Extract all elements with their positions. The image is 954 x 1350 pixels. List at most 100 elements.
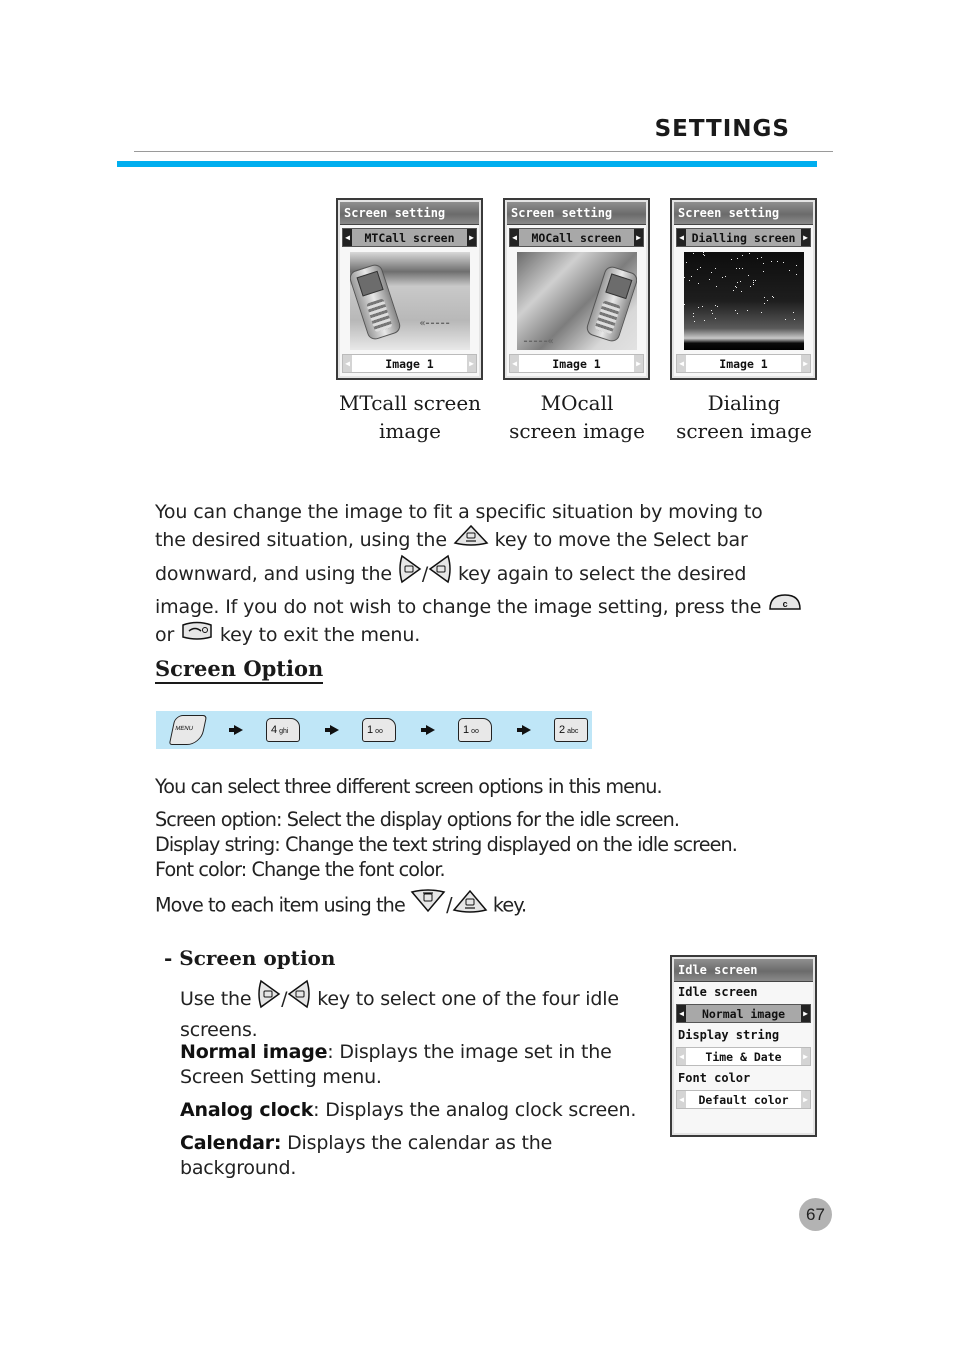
text-line: background.: [180, 1157, 297, 1180]
page-title: SETTINGS: [654, 116, 790, 142]
star-dot: [692, 313, 694, 314]
key-sublabel: oo: [375, 728, 383, 735]
image-value: Image 1: [385, 356, 434, 371]
caption-line: screen image: [509, 419, 645, 443]
text-line: the desired situation, using the key to …: [155, 525, 815, 556]
nav-left-key-icon: [428, 554, 452, 591]
text-fragment: key to exit the menu.: [219, 623, 421, 646]
key-label: 1: [463, 724, 470, 736]
star-dot: [683, 304, 685, 305]
text-fragment: Use the: [180, 988, 252, 1011]
nav-right-key-icon: [398, 554, 422, 591]
key-label: 4: [271, 724, 278, 736]
caption-line: image: [379, 419, 441, 443]
nav-down-key-icon: [410, 888, 446, 920]
header-divider: [134, 151, 833, 152]
star-dot: [776, 261, 778, 262]
selector-label: Dialling screen: [691, 230, 796, 245]
star-dot: [685, 262, 687, 263]
nav-right-key-icon: [257, 979, 281, 1016]
star-dot: [741, 268, 743, 269]
caption-line: MTcall screen: [338, 391, 482, 415]
screen-type-selector: ◀ MOCall screen ▶: [509, 228, 644, 247]
end-call-key-icon: [180, 619, 214, 648]
key-sequence-bar: MENU 4 ghi 1 oo 1 oo 2 abc: [156, 711, 592, 749]
star-dot: [696, 269, 698, 270]
screen-title: Idle screen: [674, 959, 813, 982]
star-dot: [760, 312, 762, 313]
dialing-caption: Dialing screen image: [664, 389, 824, 445]
mtcall-screen-preview: Screen setting ◀ MTCall screen ▶ «----- …: [336, 198, 483, 380]
caption-line: MOcall: [540, 391, 614, 415]
left-arrow-icon: ◀: [677, 229, 686, 246]
field-label: Display string: [678, 1028, 780, 1042]
star-dot: [763, 303, 765, 304]
star-dot: [736, 258, 738, 259]
nav-left-key-icon: [287, 979, 311, 1016]
star-dot: [795, 265, 797, 266]
nav-up-key-icon: [452, 888, 488, 920]
selector-value: Time & Date: [705, 1049, 782, 1064]
star-dot: [703, 255, 705, 256]
key-sublabel: abc: [567, 728, 579, 735]
term: Calendar:: [180, 1132, 282, 1154]
move-instructions: Move to each item using the / key.: [155, 888, 835, 922]
text-line: Calendar: Displays the calendar as the: [180, 1131, 650, 1156]
text-fragment: key to move the Select bar: [494, 529, 748, 552]
text-fragment: Displays the analog clock screen.: [319, 1099, 637, 1121]
star-dot: [770, 261, 772, 262]
star-dot: [792, 312, 794, 313]
mocall-screen-preview: Screen setting ◀ MOCall screen ▶ -----« …: [503, 198, 650, 380]
key-sublabel: ghi: [279, 728, 289, 735]
star-dot: [697, 307, 699, 308]
image-value: Image 1: [552, 356, 601, 371]
star-dot: [692, 253, 694, 254]
right-arrow-icon: ▶: [634, 229, 643, 246]
text-fragment: Move to each item using the: [155, 893, 406, 917]
header-accent-bar: [117, 161, 817, 167]
left-arrow-icon: ◀: [677, 1048, 686, 1065]
star-dot: [762, 271, 764, 272]
text-line: downward, and using the / key again to s…: [155, 554, 815, 593]
image-selector: ◀ Image 1 ▶: [676, 354, 811, 373]
star-dot: [711, 313, 713, 314]
image-value: Image 1: [719, 356, 768, 371]
arrow-right-icon: [325, 725, 339, 735]
use-instructions: Use the / key to select one of the four …: [180, 979, 650, 1043]
star-dot: [688, 280, 690, 281]
star-dot: [740, 291, 742, 292]
svg-text:c: c: [783, 599, 788, 609]
mtcall-image-thumbnail: «-----: [349, 252, 470, 350]
star-dot: [760, 257, 762, 258]
star-dot: [724, 276, 726, 277]
star-dot: [716, 306, 718, 307]
left-arrow-icon: ◀: [343, 355, 352, 372]
key-sublabel: oo: [471, 728, 479, 735]
text-fragment: key again to select the desired: [458, 563, 747, 586]
screen-type-selector: ◀ Dialling screen ▶: [676, 228, 811, 247]
arrow-right-icon: [229, 725, 243, 735]
text-fragment: key to select one of the four idle: [317, 988, 619, 1011]
text-fragment: key.: [492, 893, 527, 917]
star-dot: [701, 306, 703, 307]
text-line: Normal image: Displays the image set in …: [180, 1040, 650, 1065]
key-label: MENU: [174, 726, 194, 732]
text-fragment: or: [155, 623, 175, 646]
star-dot: [702, 254, 704, 255]
screen-type-selector: ◀ MTCall screen ▶: [342, 228, 477, 247]
star-dot: [752, 282, 754, 283]
left-arrow-icon: ◀: [510, 229, 519, 246]
key-2-icon: 2 abc: [554, 718, 588, 742]
star-dot: [692, 316, 694, 317]
field-label: Font color: [678, 1071, 751, 1085]
key-4-icon: 4 ghi: [266, 718, 300, 742]
left-arrow-icon: ◀: [677, 1005, 686, 1022]
menu-key-icon: MENU: [168, 715, 208, 745]
star-dot: [721, 277, 723, 278]
text-fragment: downward, and using the: [155, 563, 392, 586]
star-dot: [734, 310, 736, 311]
page-number: 67: [799, 1198, 832, 1231]
caption-line: Dialing: [707, 391, 781, 415]
key-label: 1: [367, 724, 374, 736]
idle-screen-preview: Idle screen Idle screen ◀ Normal image ▶…: [670, 955, 817, 1137]
